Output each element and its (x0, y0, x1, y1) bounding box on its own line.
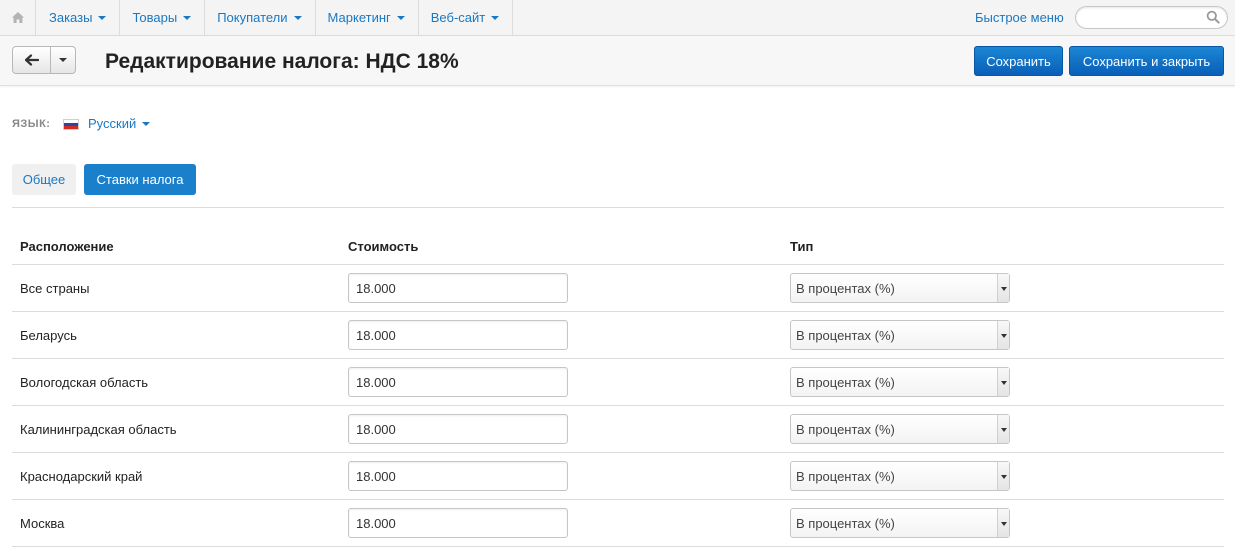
type-select-value: В процентах (%) (796, 469, 895, 484)
location-cell: Краснодарский край (20, 469, 143, 484)
chevron-down-icon (997, 415, 1009, 443)
chevron-down-icon (293, 16, 302, 20)
chevron-down-icon (142, 122, 151, 126)
arrow-left-icon (24, 54, 39, 66)
location-cell: Калининградская область (20, 422, 177, 437)
nav-item-products[interactable]: Товары (120, 0, 206, 35)
save-button[interactable]: Сохранить (974, 46, 1063, 76)
type-select[interactable]: В процентах (%) (790, 414, 1010, 444)
search-field (1075, 6, 1228, 29)
nav-item-label: Покупатели (217, 10, 288, 25)
cost-input[interactable] (348, 508, 568, 538)
top-navbar: Заказы Товары Покупатели Маркетинг Веб-с… (0, 0, 1235, 36)
language-dropdown[interactable]: Русский (88, 116, 151, 131)
chevron-down-icon (98, 16, 107, 20)
location-cell: Вологодская область (20, 375, 149, 390)
location-cell: Беларусь (20, 328, 77, 343)
home-icon[interactable] (0, 0, 36, 35)
nav-item-label: Маркетинг (327, 10, 391, 25)
column-header-type: Тип (790, 239, 814, 254)
type-select[interactable]: В процентах (%) (790, 461, 1010, 491)
location-cell: Все страны (20, 281, 90, 296)
back-button[interactable] (13, 47, 51, 73)
page-toolbar: Редактирование налога: НДС 18% Сохранить… (0, 36, 1235, 86)
type-select[interactable]: В процентах (%) (790, 367, 1010, 397)
type-select-value: В процентах (%) (796, 281, 895, 296)
chevron-down-icon (59, 58, 67, 62)
chevron-down-icon (997, 509, 1009, 537)
nav-item-label: Заказы (49, 10, 93, 25)
cost-input[interactable] (348, 367, 568, 397)
table-row: Калининградская область В процентах (%) (12, 406, 1224, 453)
column-header-cost: Стоимость (348, 239, 419, 254)
chevron-down-icon (183, 16, 192, 20)
table-row: Вологодская область В процентах (%) (12, 359, 1224, 406)
search-icon[interactable] (1206, 10, 1220, 24)
type-select[interactable]: В процентах (%) (790, 320, 1010, 350)
main-menu: Заказы Товары Покупатели Маркетинг Веб-с… (37, 0, 514, 35)
column-header-location: Расположение (20, 239, 114, 254)
chevron-down-icon (491, 16, 500, 20)
type-select-value: В процентах (%) (796, 375, 895, 390)
divider (12, 207, 1224, 208)
type-select-value: В процентах (%) (796, 422, 895, 437)
table-row: Краснодарский край В процентах (%) (12, 453, 1224, 500)
chevron-down-icon (997, 368, 1009, 396)
chevron-down-icon (396, 16, 405, 20)
chevron-down-icon (997, 274, 1009, 302)
language-selected: Русский (88, 116, 137, 131)
table-row: Москва В процентах (%) (12, 500, 1224, 547)
type-select-value: В процентах (%) (796, 516, 895, 531)
quick-menu-link[interactable]: Быстрое меню (975, 10, 1064, 25)
type-select[interactable]: В процентах (%) (790, 508, 1010, 538)
language-label: ЯЗЫК: (12, 118, 51, 130)
back-dropdown-toggle[interactable] (51, 47, 75, 73)
type-select-value: В процентах (%) (796, 328, 895, 343)
nav-item-label: Товары (132, 10, 178, 25)
table-row: Все страны В процентах (%) (12, 265, 1224, 312)
page-title: Редактирование налога: НДС 18% (105, 50, 459, 73)
nav-item-orders[interactable]: Заказы (37, 0, 121, 35)
table-row: Беларусь В процентах (%) (12, 312, 1224, 359)
tab-general[interactable]: Общее (12, 164, 76, 195)
save-and-close-button[interactable]: Сохранить и закрыть (1069, 46, 1224, 76)
nav-item-website[interactable]: Веб-сайт (419, 0, 514, 35)
type-select[interactable]: В процентах (%) (790, 273, 1010, 303)
chevron-down-icon (997, 462, 1009, 490)
search-input[interactable] (1084, 9, 1202, 26)
cost-input[interactable] (348, 461, 568, 491)
cost-input[interactable] (348, 320, 568, 350)
chevron-down-icon (997, 321, 1009, 349)
russia-flag-icon (63, 119, 79, 130)
back-button-group (12, 46, 76, 74)
cost-input[interactable] (348, 414, 568, 444)
nav-item-customers[interactable]: Покупатели (205, 0, 316, 35)
nav-item-marketing[interactable]: Маркетинг (316, 0, 419, 35)
tab-tax-rates[interactable]: Ставки налога (84, 164, 196, 195)
location-cell: Москва (20, 516, 65, 531)
nav-item-label: Веб-сайт (430, 10, 486, 25)
cost-input[interactable] (348, 273, 568, 303)
